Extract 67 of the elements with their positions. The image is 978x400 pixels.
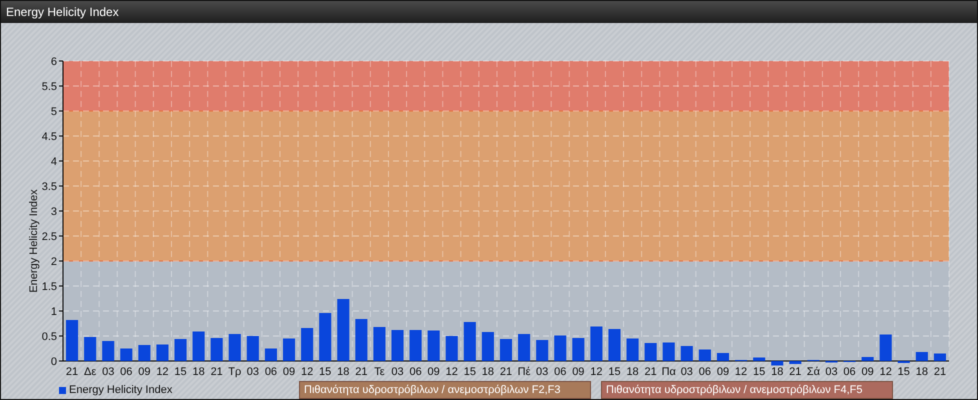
x-tick-label: 15 xyxy=(464,366,476,378)
x-tick-label: 06 xyxy=(698,366,712,378)
y-tick-label: 4 xyxy=(50,156,57,168)
x-tick-label: Τε xyxy=(374,366,385,378)
x-tick-label: 15 xyxy=(319,366,332,378)
x-tick-label: 21 xyxy=(355,366,368,378)
x-tick-label: 03 xyxy=(246,366,259,378)
y-tick-label: 1.5 xyxy=(42,281,57,293)
legend-label: Energy Helicity Index xyxy=(69,384,172,396)
x-tick-label: 18 xyxy=(482,366,494,378)
x-tick-label: 15 xyxy=(898,366,910,378)
y-tick-label: 2.5 xyxy=(42,231,57,243)
x-tick-label: Σά xyxy=(806,366,820,378)
y-tick-label: 1 xyxy=(50,306,57,318)
x-tick-label: 15 xyxy=(174,366,187,378)
x-tick-label: 12 xyxy=(446,366,458,378)
x-tick-label: 21 xyxy=(934,366,946,378)
x-tick-label: 18 xyxy=(771,366,784,378)
x-tick-label: 03 xyxy=(680,366,693,378)
zone-legend-label: Πιθανότητα υδροστρόβιλων / ανεμοστρόβιλων F4,F5 xyxy=(601,381,893,399)
x-tick-label: 03 xyxy=(102,366,114,378)
x-tick-label: 06 xyxy=(554,366,566,378)
x-tick-label: 18 xyxy=(337,366,350,378)
x-tick-label: 21 xyxy=(66,366,78,378)
x-tick-label: 06 xyxy=(264,366,278,378)
y-tick-label: 3.5 xyxy=(42,181,57,193)
x-tick-label: 12 xyxy=(590,366,603,378)
x-tick-label: 09 xyxy=(572,366,584,378)
x-tick-label: 09 xyxy=(862,366,874,378)
x-tick-label: 06 xyxy=(843,366,856,378)
x-tick-label: 09 xyxy=(282,366,296,378)
x-tick-label: Δε xyxy=(84,366,96,378)
x-tick-label: 18 xyxy=(916,366,928,378)
y-tick-label: 5 xyxy=(50,106,57,118)
y-tick-label: 6 xyxy=(50,56,57,68)
x-tick-label: 18 xyxy=(626,366,639,378)
x-tick-label: 09 xyxy=(716,366,730,378)
zone-legend-label: Πιθανότητα υδροστρόβιλων / ανεμοστρόβιλων F2,F3 xyxy=(299,381,591,399)
x-tick-label: Πα xyxy=(662,366,676,378)
y-tick-label: 5.5 xyxy=(42,81,57,93)
y-tick-label: 2 xyxy=(50,256,57,268)
y-tick-label: 0 xyxy=(50,356,57,368)
y-tick-label: 0.5 xyxy=(42,331,57,343)
x-tick-label: 12 xyxy=(734,366,748,378)
x-tick-label: Τρ xyxy=(228,366,242,378)
x-tick-label: 12 xyxy=(880,366,892,378)
x-tick-label: 06 xyxy=(409,366,422,378)
x-tick-label: 09 xyxy=(138,366,150,378)
x-tick-label: 09 xyxy=(428,366,440,378)
x-tick-label: 21 xyxy=(644,366,657,378)
x-tick-label: 15 xyxy=(608,366,621,378)
y-tick-label: 3 xyxy=(50,206,57,218)
x-tick-label: 18 xyxy=(192,366,205,378)
x-tick-label: 21 xyxy=(500,366,512,378)
x-tick-label: 12 xyxy=(156,366,169,378)
x-tick-label: 03 xyxy=(825,366,838,378)
x-tick-label: 15 xyxy=(753,366,766,378)
x-tick-label: 21 xyxy=(789,366,802,378)
x-tick-label: 03 xyxy=(391,366,404,378)
y-axis-title: Energy Helicity Index xyxy=(28,189,40,293)
y-tick-label: 4.5 xyxy=(42,131,57,143)
x-tick-label: Πέ xyxy=(518,366,530,378)
window-title: Energy Helicity Index xyxy=(6,5,119,19)
x-tick-label: 21 xyxy=(210,366,223,378)
x-tick-label: 06 xyxy=(120,366,132,378)
x-tick-label: 12 xyxy=(300,366,314,378)
x-tick-label: 03 xyxy=(536,366,548,378)
